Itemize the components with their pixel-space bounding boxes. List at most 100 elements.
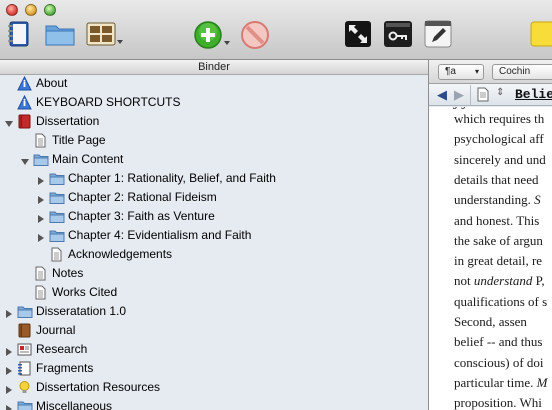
editor-text-line: which requires th xyxy=(454,111,544,127)
disclosure-closed-icon[interactable] xyxy=(36,211,46,223)
binder-item[interactable]: Notes xyxy=(0,264,428,283)
header-separator xyxy=(470,85,471,105)
editor-text-segment: belief -- and thus xyxy=(454,334,543,350)
binder-item[interactable]: KEYBOARD SHORTCUTS xyxy=(0,93,428,112)
folder-icon xyxy=(17,399,33,410)
binder-item-label: About xyxy=(36,76,68,90)
editor-text-segment: psychological aff xyxy=(454,131,544,147)
disclosure-closed-icon[interactable] xyxy=(36,230,46,242)
editor-text-line: conscious) of doi xyxy=(454,355,544,371)
disclosure-open-icon[interactable] xyxy=(20,154,30,165)
binder-item[interactable]: Miscellaneous xyxy=(0,397,428,410)
paragraph-style-label: ¶a xyxy=(445,66,456,77)
editor-text-segment: Second, assen xyxy=(454,314,527,329)
binder-item[interactable]: Chapter 2: Rational Fideism xyxy=(0,188,428,207)
brown-book-icon xyxy=(17,323,32,338)
text-editor[interactable]: J Jwhich requires thpsychological affsin… xyxy=(429,107,552,410)
binder-outline[interactable]: About KEYBOARD SHORTCUTS Dissertation Title… xyxy=(0,75,428,410)
binder-item-label: Fragments xyxy=(36,361,94,375)
folder-icon xyxy=(17,304,33,319)
keywords-icon[interactable] xyxy=(383,20,413,48)
folder-icon xyxy=(33,152,49,167)
forward-arrow-icon[interactable]: ▶ xyxy=(454,87,464,103)
editor-text-line: psychological aff xyxy=(454,131,544,147)
editor-text-segment: understanding. xyxy=(454,192,535,208)
disclosure-closed-icon[interactable] xyxy=(4,401,14,410)
font-name-label: Cochin xyxy=(499,66,531,77)
binder-item[interactable]: Research xyxy=(0,340,428,359)
editor-text-segment: which requires th xyxy=(454,111,545,126)
disclosure-closed-icon[interactable] xyxy=(4,382,14,394)
info-icon xyxy=(17,94,32,110)
binder-item[interactable]: Works Cited xyxy=(0,283,428,302)
binder-item[interactable]: Chapter 1: Rationality, Belief, and Fait… xyxy=(0,169,428,188)
binder-item-label: KEYBOARD SHORTCUTS xyxy=(36,95,181,109)
editor-text-tail: P, xyxy=(532,273,545,289)
binder-item-label: Chapter 4: Evidentialism and Faith xyxy=(68,228,252,242)
folder-icon xyxy=(49,171,65,186)
new-folder-icon[interactable] xyxy=(44,20,76,48)
binder-item-label: Research xyxy=(36,342,88,356)
binder-item[interactable]: Title Page xyxy=(0,131,428,150)
binder-item-label: Chapter 1: Rationality, Belief, and Fait… xyxy=(68,171,276,185)
document-icon xyxy=(33,133,48,148)
disclosure-closed-icon[interactable] xyxy=(36,192,46,204)
binder-item-label: Disseratation 1.0 xyxy=(36,304,127,318)
binder-header: Binder xyxy=(0,60,428,75)
binder-item[interactable]: Dissertation xyxy=(0,112,428,131)
binder-item[interactable]: Chapter 3: Faith as Venture xyxy=(0,207,428,226)
binder-toggle-icon[interactable] xyxy=(6,20,32,48)
disclosure-closed-icon[interactable] xyxy=(4,363,14,375)
editor-text-line: understanding. S xyxy=(454,192,541,208)
document-title[interactable]: Belie xyxy=(515,87,552,102)
editor-text-segment: details that need xyxy=(454,171,539,187)
binder-item[interactable]: Chapter 4: Evidentialism and Faith xyxy=(0,226,428,245)
chevron-updown-icon[interactable]: ⇕ xyxy=(496,87,504,98)
editor-text-segment: qualifications of s xyxy=(454,293,548,309)
folder-icon xyxy=(49,228,65,243)
disclosure-closed-icon[interactable] xyxy=(36,173,46,185)
binder-item[interactable]: Main Content xyxy=(0,150,428,169)
binder-item-label: Chapter 2: Rational Fideism xyxy=(68,190,217,204)
binder-item[interactable]: Acknowledgements xyxy=(0,245,428,264)
binder-item-label: Notes xyxy=(52,266,84,280)
disclosure-open-icon[interactable] xyxy=(4,116,14,127)
binder-item[interactable]: Disseratation 1.0 xyxy=(0,302,428,321)
minimize-window-button[interactable] xyxy=(25,4,37,16)
binder-item-label: Dissertation xyxy=(36,114,100,128)
binder-item-label: Main Content xyxy=(52,152,124,166)
binder-item[interactable]: About xyxy=(0,75,428,93)
add-document-icon[interactable] xyxy=(193,20,233,50)
binder-item[interactable]: Journal xyxy=(0,321,428,340)
font-name-popup[interactable]: Cochin xyxy=(492,64,552,80)
info-icon xyxy=(17,75,32,91)
editor-text-line: the sake of argun xyxy=(454,233,543,249)
inspector-icon[interactable] xyxy=(424,20,452,48)
paragraph-style-popup[interactable]: ¶a ▾ xyxy=(438,64,484,80)
binder-item-label: Journal xyxy=(36,323,76,337)
delete-icon[interactable] xyxy=(240,20,270,50)
editor-text-segment: in great detail, re xyxy=(454,253,543,269)
full-screen-icon[interactable] xyxy=(344,20,372,48)
editor-text-segment: and honest. This xyxy=(454,212,540,228)
binder-item[interactable]: Fragments xyxy=(0,359,428,378)
view-mode-icon[interactable] xyxy=(86,20,124,48)
editor-text-line: Second, assen xyxy=(454,314,527,330)
disclosure-closed-icon[interactable] xyxy=(4,306,14,318)
document-icon xyxy=(33,285,48,300)
editor-text-segment: not xyxy=(454,273,474,289)
disclosure-closed-icon[interactable] xyxy=(4,344,14,356)
binder-item[interactable]: Dissertation Resources xyxy=(0,378,428,397)
editor-header-bar: ◀ ▶ ⇕ Belie xyxy=(429,84,552,106)
research-icon xyxy=(17,342,32,357)
binder-item-label: Title Page xyxy=(52,133,106,147)
editor-text-line: proposition. Whi xyxy=(454,395,542,410)
zoom-window-button[interactable] xyxy=(44,4,56,16)
close-window-button[interactable] xyxy=(6,4,18,16)
editor-text-segment: particular time. xyxy=(454,374,537,390)
note-icon[interactable] xyxy=(530,20,552,48)
editor-text-segment: conscious) of doi xyxy=(454,354,544,370)
back-arrow-icon[interactable]: ◀ xyxy=(437,87,447,103)
lightbulb-icon xyxy=(17,380,32,395)
editor-text-segment: sincerely and und xyxy=(454,151,546,167)
